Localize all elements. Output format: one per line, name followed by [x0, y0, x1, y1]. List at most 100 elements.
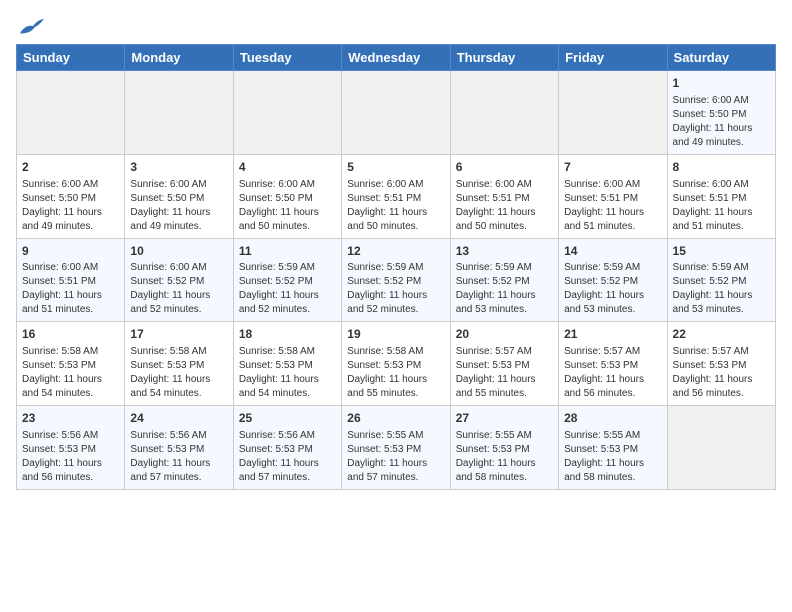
daylight-text: Daylight: 11 hours and 57 minutes.: [347, 457, 444, 485]
calendar-cell: [17, 71, 125, 155]
sunrise-text: Sunrise: 5:57 AM: [673, 345, 770, 359]
calendar-table: SundayMondayTuesdayWednesdayThursdayFrid…: [16, 44, 776, 490]
calendar-cell: 4Sunrise: 6:00 AMSunset: 5:50 PMDaylight…: [233, 154, 341, 238]
sunrise-text: Sunrise: 6:00 AM: [239, 178, 336, 192]
day-number: 27: [456, 410, 553, 427]
sunrise-text: Sunrise: 5:59 AM: [456, 261, 553, 275]
calendar-cell: 6Sunrise: 6:00 AMSunset: 5:51 PMDaylight…: [450, 154, 558, 238]
calendar-cell: 1Sunrise: 6:00 AMSunset: 5:50 PMDaylight…: [667, 71, 775, 155]
calendar-cell: 3 Sunrise: 6:00 AMSunset: 5:50 PMDaylight…: [125, 154, 233, 238]
day-number: 3: [130, 159, 227, 176]
daylight-text: Daylight: 11 hours and 53 minutes.: [456, 289, 553, 317]
calendar-week-row: 16Sunrise: 5:58 AMSunset: 5:53 PMDayligh…: [17, 322, 776, 406]
calendar-cell: 27Sunrise: 5:55 AMSunset: 5:53 PMDayligh…: [450, 406, 558, 490]
day-number: 28: [564, 410, 661, 427]
calendar-cell: 20Sunrise: 5:57 AMSunset: 5:53 PMDayligh…: [450, 322, 558, 406]
sunrise-text: Sunrise: 5:55 AM: [456, 429, 553, 443]
calendar-cell: 18Sunrise: 5:58 AMSunset: 5:53 PMDayligh…: [233, 322, 341, 406]
calendar-cell: [559, 71, 667, 155]
sunset-text: Sunset: 5:51 PM: [22, 275, 119, 289]
daylight-text: Daylight: 11 hours and 57 minutes.: [239, 457, 336, 485]
calendar-cell: [667, 406, 775, 490]
calendar-cell: 26Sunrise: 5:55 AMSunset: 5:53 PMDayligh…: [342, 406, 450, 490]
daylight-text: Daylight: 11 hours and 53 minutes.: [673, 289, 770, 317]
calendar-cell: 14Sunrise: 5:59 AMSunset: 5:52 PMDayligh…: [559, 238, 667, 322]
calendar-cell: 28Sunrise: 5:55 AMSunset: 5:53 PMDayligh…: [559, 406, 667, 490]
weekday-header: Saturday: [667, 45, 775, 71]
day-number: 24: [130, 410, 227, 427]
sunrise-text: Sunrise: 5:56 AM: [22, 429, 119, 443]
calendar-cell: 10Sunrise: 6:00 AMSunset: 5:52 PMDayligh…: [125, 238, 233, 322]
day-number: 15: [673, 243, 770, 260]
daylight-text: Daylight: 11 hours and 55 minutes.: [347, 373, 444, 401]
daylight-text: Daylight: 11 hours and 50 minutes.: [347, 206, 444, 234]
daylight-text: Daylight: 11 hours and 54 minutes.: [22, 373, 119, 401]
sunset-text: Sunset: 5:53 PM: [564, 359, 661, 373]
calendar-cell: 9Sunrise: 6:00 AMSunset: 5:51 PMDaylight…: [17, 238, 125, 322]
calendar-cell: 23 Sunrise: 5:56 AMSunset: 5:53 PMDayligh…: [17, 406, 125, 490]
logo-bird-icon: [18, 16, 46, 38]
daylight-text: Daylight: 11 hours and 49 minutes.: [673, 122, 770, 150]
day-number: 12: [347, 243, 444, 260]
calendar-cell: 13Sunrise: 5:59 AMSunset: 5:52 PMDayligh…: [450, 238, 558, 322]
daylight-text: Daylight: 11 hours and 56 minutes.: [22, 457, 119, 485]
weekday-header: Monday: [125, 45, 233, 71]
day-number: 2: [22, 159, 119, 176]
daylight-text: Daylight: 11 hours and 52 minutes.: [239, 289, 336, 317]
sunset-text: Sunset: 5:50 PM: [673, 108, 770, 122]
sunset-text: Sunset: 5:52 PM: [239, 275, 336, 289]
sunrise-text: Sunrise: 5:59 AM: [673, 261, 770, 275]
day-number: 14: [564, 243, 661, 260]
day-number: 23: [22, 410, 119, 427]
sunrise-text: Sunrise: 6:00 AM: [130, 261, 227, 275]
sunset-text: Sunset: 5:51 PM: [564, 192, 661, 206]
sunset-text: Sunset: 5:53 PM: [239, 359, 336, 373]
sunset-text: Sunset: 5:50 PM: [130, 192, 227, 206]
day-number: 8: [673, 159, 770, 176]
daylight-text: Daylight: 11 hours and 57 minutes.: [130, 457, 227, 485]
sunrise-text: Sunrise: 5:56 AM: [130, 429, 227, 443]
calendar-cell: 8Sunrise: 6:00 AMSunset: 5:51 PMDaylight…: [667, 154, 775, 238]
day-number: 9: [22, 243, 119, 260]
sunrise-text: Sunrise: 5:56 AM: [239, 429, 336, 443]
sunrise-text: Sunrise: 6:00 AM: [130, 178, 227, 192]
daylight-text: Daylight: 11 hours and 53 minutes.: [564, 289, 661, 317]
calendar-week-row: 23Sunrise: 5:56 AMSunset: 5:53 PMDayligh…: [17, 406, 776, 490]
sunrise-text: Sunrise: 5:58 AM: [22, 345, 119, 359]
sunrise-text: Sunrise: 6:00 AM: [22, 261, 119, 275]
calendar-cell: 7Sunrise: 6:00 AMSunset: 5:51 PMDaylight…: [559, 154, 667, 238]
calendar-week-row: 9Sunrise: 6:00 AMSunset: 5:51 PMDaylight…: [17, 238, 776, 322]
day-number: 20: [456, 326, 553, 343]
daylight-text: Daylight: 11 hours and 56 minutes.: [564, 373, 661, 401]
day-number: 4: [239, 159, 336, 176]
sunrise-text: Sunrise: 6:00 AM: [456, 178, 553, 192]
calendar-cell: 19Sunrise: 5:58 AMSunset: 5:53 PMDayligh…: [342, 322, 450, 406]
sunrise-text: Sunrise: 5:55 AM: [564, 429, 661, 443]
sunset-text: Sunset: 5:53 PM: [130, 443, 227, 457]
day-number: 16: [22, 326, 119, 343]
daylight-text: Daylight: 11 hours and 50 minutes.: [456, 206, 553, 234]
sunrise-text: Sunrise: 6:00 AM: [347, 178, 444, 192]
day-number: 10: [130, 243, 227, 260]
day-number: 5: [347, 159, 444, 176]
day-number: 11: [239, 243, 336, 260]
calendar-cell: 11Sunrise: 5:59 AMSunset: 5:52 PMDayligh…: [233, 238, 341, 322]
sunrise-text: Sunrise: 5:58 AM: [347, 345, 444, 359]
sunrise-text: Sunrise: 5:59 AM: [239, 261, 336, 275]
day-number: 6: [456, 159, 553, 176]
daylight-text: Daylight: 11 hours and 58 minutes.: [564, 457, 661, 485]
sunset-text: Sunset: 5:53 PM: [22, 443, 119, 457]
calendar-cell: 15Sunrise: 5:59 AMSunset: 5:52 PMDayligh…: [667, 238, 775, 322]
day-number: 25: [239, 410, 336, 427]
calendar-week-row: 2Sunrise: 6:00 AMSunset: 5:50 PMDaylight…: [17, 154, 776, 238]
sunrise-text: Sunrise: 5:59 AM: [347, 261, 444, 275]
day-number: 18: [239, 326, 336, 343]
calendar-cell: 12Sunrise: 5:59 AMSunset: 5:52 PMDayligh…: [342, 238, 450, 322]
daylight-text: Daylight: 11 hours and 54 minutes.: [239, 373, 336, 401]
sunrise-text: Sunrise: 5:57 AM: [456, 345, 553, 359]
daylight-text: Daylight: 11 hours and 51 minutes.: [564, 206, 661, 234]
weekday-header: Friday: [559, 45, 667, 71]
sunrise-text: Sunrise: 5:55 AM: [347, 429, 444, 443]
sunrise-text: Sunrise: 6:00 AM: [564, 178, 661, 192]
daylight-text: Daylight: 11 hours and 49 minutes.: [130, 206, 227, 234]
